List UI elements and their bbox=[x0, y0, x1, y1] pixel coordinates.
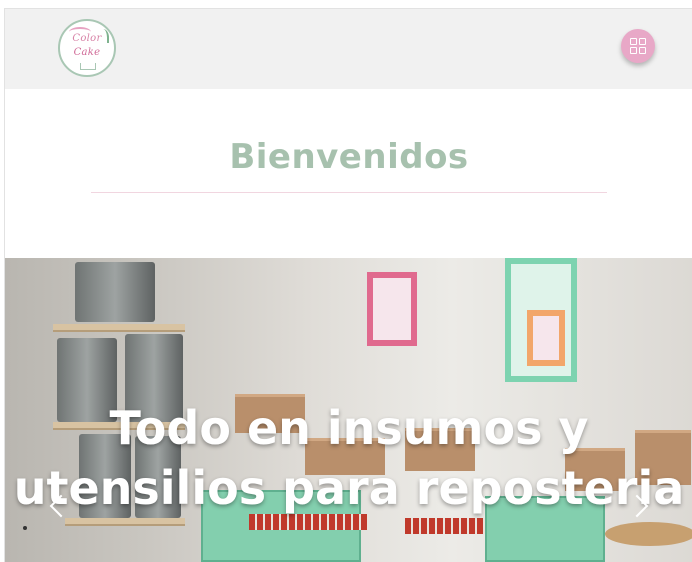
carousel-next-button[interactable] bbox=[625, 490, 653, 522]
page-frame: Color Cake Bienvenidos Todo en insumos y… bbox=[4, 8, 692, 562]
logo-text-line1: Color bbox=[72, 33, 102, 44]
shelf bbox=[53, 324, 185, 332]
logo-text-line2: Cake bbox=[73, 47, 101, 58]
brand-logo[interactable]: Color Cake bbox=[58, 19, 116, 77]
site-header: Color Cake bbox=[5, 9, 692, 89]
container-stack bbox=[75, 262, 155, 322]
chevron-left-icon bbox=[49, 494, 73, 518]
carousel-caption: Todo en insumos y utensilios para repost… bbox=[13, 401, 685, 515]
cupcake-picture bbox=[367, 272, 417, 346]
menu-button[interactable] bbox=[621, 29, 655, 63]
chevron-right-icon bbox=[625, 494, 649, 518]
product-row bbox=[405, 518, 485, 534]
round-tray bbox=[605, 522, 692, 546]
title-divider bbox=[91, 192, 607, 193]
carousel-prev-button[interactable] bbox=[45, 490, 73, 522]
cupcake-picture-small bbox=[527, 310, 565, 366]
shelf bbox=[65, 518, 185, 526]
carousel-indicator-dot[interactable] bbox=[23, 526, 27, 530]
hero-carousel[interactable]: Todo en insumos y utensilios para repost… bbox=[5, 258, 692, 562]
grid-menu-icon bbox=[630, 38, 646, 54]
page-title: Bienvenidos bbox=[229, 137, 469, 177]
logo-cart-icon bbox=[80, 63, 96, 70]
